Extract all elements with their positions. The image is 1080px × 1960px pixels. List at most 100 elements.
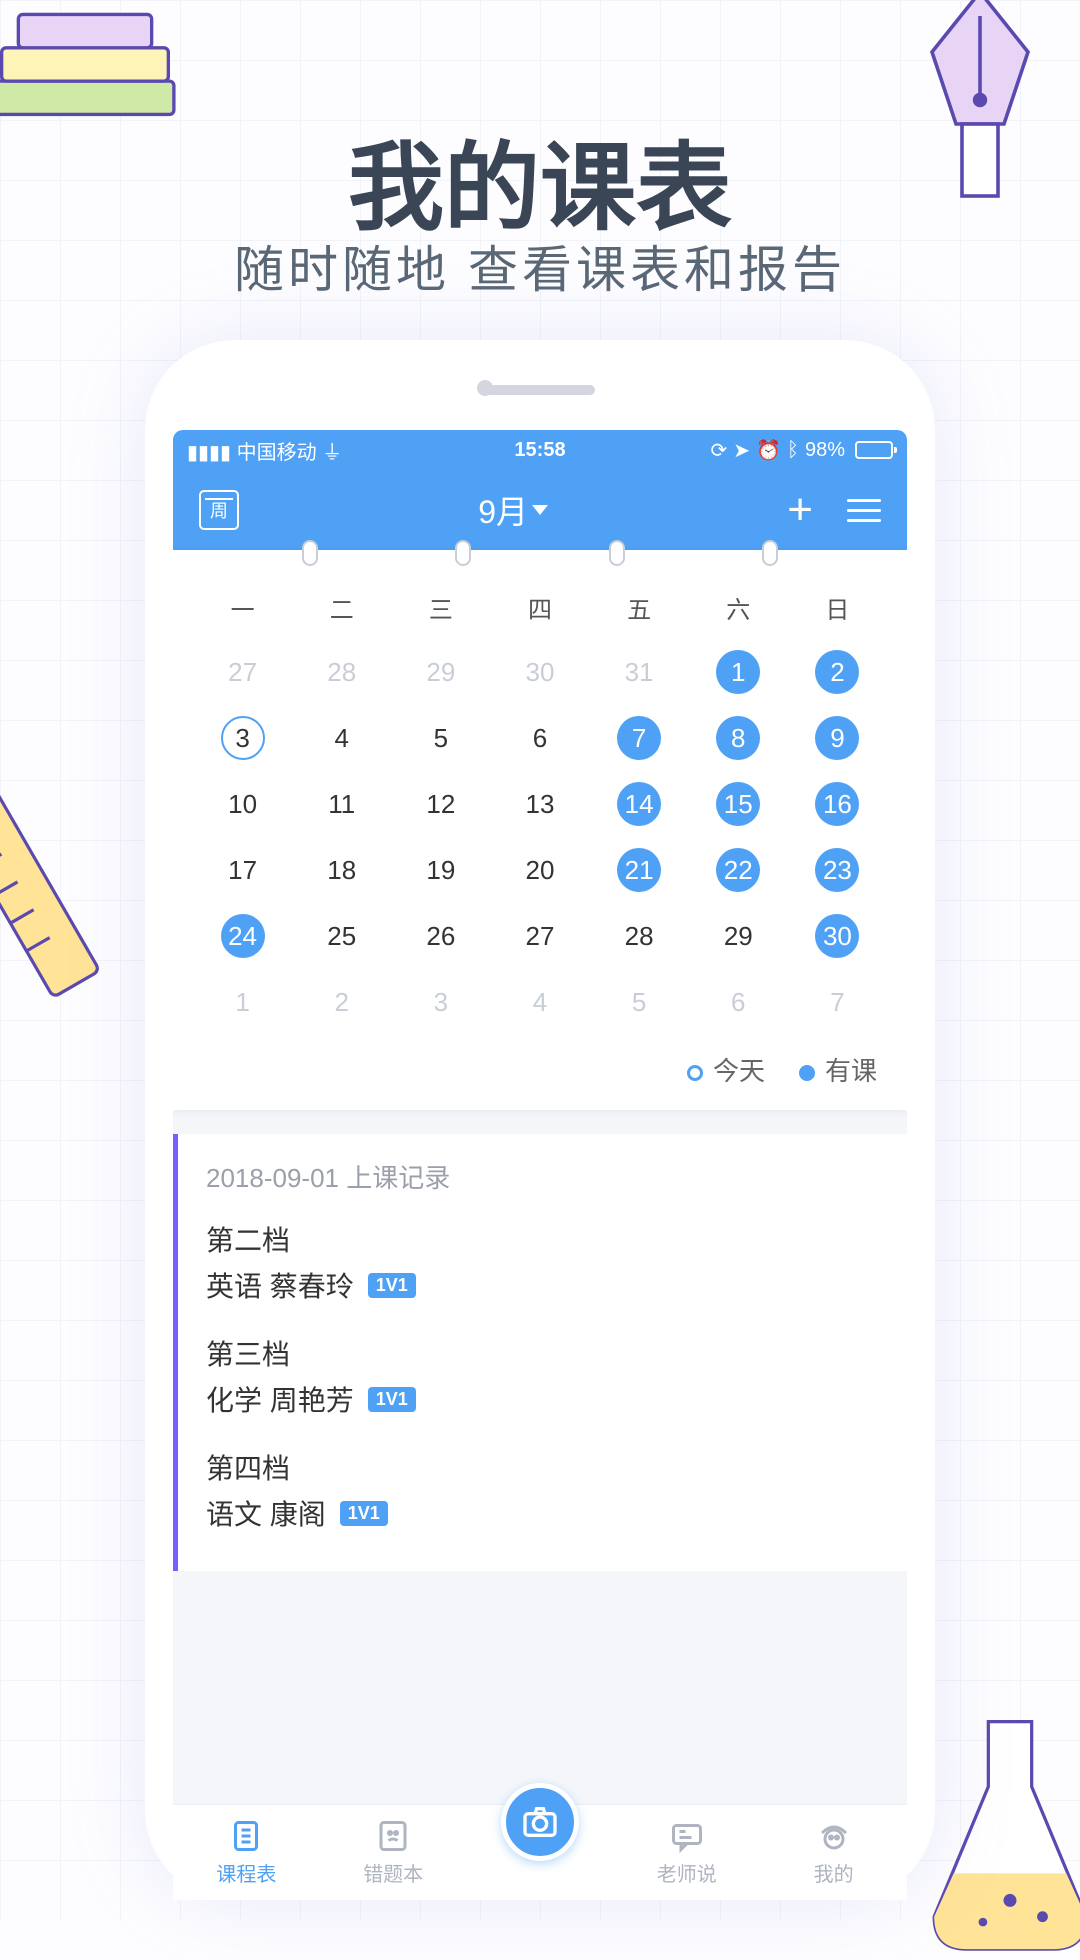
date-cell[interactable]: 30: [788, 907, 887, 965]
slot-detail: 英语 蔡春玲1V1: [206, 1265, 879, 1305]
chat-icon: [669, 1818, 705, 1854]
bottom-nav: 课程表 错题本 老师说 我的: [173, 1804, 907, 1900]
legend-has-class: 有课: [799, 1051, 877, 1088]
class-record-card: 2018-09-01 上课记录 第二档英语 蔡春玲1V1第三档化学 周艳芳1V1…: [173, 1134, 907, 1571]
weekday-header: 一二三四五六日: [173, 580, 907, 639]
month-label: 9月: [478, 487, 528, 533]
date-cell[interactable]: 14: [590, 775, 689, 833]
slot-tier: 第二档: [206, 1219, 879, 1259]
date-cell[interactable]: 17: [193, 841, 292, 899]
weekday-label: 四: [490, 590, 589, 625]
date-cell[interactable]: 19: [391, 841, 490, 899]
date-cell[interactable]: 7: [590, 709, 689, 767]
class-slot[interactable]: 第二档英语 蔡春玲1V1: [206, 1219, 879, 1305]
date-cell[interactable]: 5: [391, 709, 490, 767]
nav-camera-button[interactable]: [501, 1783, 579, 1861]
carrier-label: ▮▮▮▮ 中国移动 ⏚: [187, 436, 342, 465]
date-cell[interactable]: 23: [788, 841, 887, 899]
wifi-icon: ⏚: [322, 442, 342, 464]
date-cell[interactable]: 10: [193, 775, 292, 833]
camera-icon: [520, 1802, 560, 1842]
month-selector[interactable]: 9月: [478, 487, 548, 533]
week-mode-label: 周: [210, 497, 228, 523]
date-cell[interactable]: 8: [689, 709, 788, 767]
carrier-text: 中国移动: [237, 442, 317, 464]
nav-profile-label: 我的: [814, 1858, 854, 1887]
location-icon: ➤: [733, 438, 750, 463]
add-button[interactable]: +: [787, 488, 813, 532]
nav-mistakes[interactable]: 错题本: [320, 1818, 467, 1887]
clock: 15:58: [514, 439, 565, 462]
date-cell[interactable]: 13: [490, 775, 589, 833]
date-cell[interactable]: 3: [391, 973, 490, 1031]
date-cell[interactable]: 11: [292, 775, 391, 833]
date-cell[interactable]: 25: [292, 907, 391, 965]
date-cell[interactable]: 21: [590, 841, 689, 899]
date-cell[interactable]: 18: [292, 841, 391, 899]
rotation-lock-icon: ⟳: [711, 438, 728, 463]
nav-profile[interactable]: 我的: [760, 1818, 907, 1887]
status-right: ⟳ ➤ ⏰ ᛒ 98%: [711, 438, 893, 463]
slot-tier: 第三档: [206, 1333, 879, 1373]
alarm-icon: ⏰: [756, 438, 781, 463]
weekday-label: 日: [788, 590, 887, 625]
app-screen: ▮▮▮▮ 中国移动 ⏚ 15:58 ⟳ ➤ ⏰ ᛒ 98% 周 9月: [173, 430, 907, 1900]
date-cell[interactable]: 28: [590, 907, 689, 965]
slot-subject-teacher: 化学 周艳芳: [206, 1379, 354, 1419]
app-header: 周 9月 +: [173, 470, 907, 550]
date-cell[interactable]: 9: [788, 709, 887, 767]
date-cell[interactable]: 31: [590, 643, 689, 701]
date-cell[interactable]: 28: [292, 643, 391, 701]
nav-mistakes-label: 错题本: [363, 1858, 423, 1887]
phone-frame: ▮▮▮▮ 中国移动 ⏚ 15:58 ⟳ ➤ ⏰ ᛒ 98% 周 9月: [145, 340, 935, 1900]
class-slot[interactable]: 第四档语文 康阁1V1: [206, 1447, 879, 1533]
badge-1v1: 1V1: [368, 1273, 416, 1298]
nav-teacher-says[interactable]: 老师说: [613, 1818, 760, 1887]
clipboard-icon: [228, 1818, 264, 1854]
date-cell[interactable]: 12: [391, 775, 490, 833]
date-cell[interactable]: 2: [292, 973, 391, 1031]
date-cell[interactable]: 1: [193, 973, 292, 1031]
nav-schedule[interactable]: 课程表: [173, 1818, 320, 1887]
date-cell[interactable]: 2: [788, 643, 887, 701]
weekday-label: 一: [193, 590, 292, 625]
date-cell[interactable]: 29: [391, 643, 490, 701]
date-cell[interactable]: 6: [490, 709, 589, 767]
date-cell[interactable]: 26: [391, 907, 490, 965]
date-cell[interactable]: 27: [490, 907, 589, 965]
signal-icon: ▮▮▮▮: [187, 442, 237, 464]
slot-detail: 语文 康阁1V1: [206, 1493, 879, 1533]
date-cell[interactable]: 22: [689, 841, 788, 899]
date-cell[interactable]: 4: [292, 709, 391, 767]
notebook-icon: [375, 1818, 411, 1854]
date-cell[interactable]: 24: [193, 907, 292, 965]
date-cell[interactable]: 15: [689, 775, 788, 833]
weekday-label: 二: [292, 590, 391, 625]
hero-subtitle: 随时随地 查看课表和报告: [0, 230, 1080, 302]
status-bar: ▮▮▮▮ 中国移动 ⏚ 15:58 ⟳ ➤ ⏰ ᛒ 98%: [173, 430, 907, 470]
week-mode-button[interactable]: 周: [199, 490, 239, 530]
date-cell[interactable]: 29: [689, 907, 788, 965]
date-row: 272829303112: [173, 639, 907, 705]
date-cell[interactable]: 16: [788, 775, 887, 833]
date-cell[interactable]: 4: [490, 973, 589, 1031]
class-slot[interactable]: 第三档化学 周艳芳1V1: [206, 1333, 879, 1419]
profile-icon: [816, 1818, 852, 1854]
date-cell[interactable]: 1: [689, 643, 788, 701]
calendar-legend: 今天 有课: [173, 1035, 907, 1110]
weekday-label: 三: [391, 590, 490, 625]
date-cell[interactable]: 6: [689, 973, 788, 1031]
badge-1v1: 1V1: [340, 1501, 388, 1526]
date-row: 3456789: [173, 705, 907, 771]
battery-icon: [855, 441, 893, 459]
date-cell[interactable]: 27: [193, 643, 292, 701]
date-row: 1234567: [173, 969, 907, 1035]
date-cell[interactable]: 20: [490, 841, 589, 899]
date-cell[interactable]: 30: [490, 643, 589, 701]
date-cell[interactable]: 7: [788, 973, 887, 1031]
date-cell[interactable]: 3: [193, 709, 292, 767]
date-row: 10111213141516: [173, 771, 907, 837]
legend-today: 今天: [687, 1051, 765, 1088]
menu-button[interactable]: [847, 499, 881, 522]
date-cell[interactable]: 5: [590, 973, 689, 1031]
